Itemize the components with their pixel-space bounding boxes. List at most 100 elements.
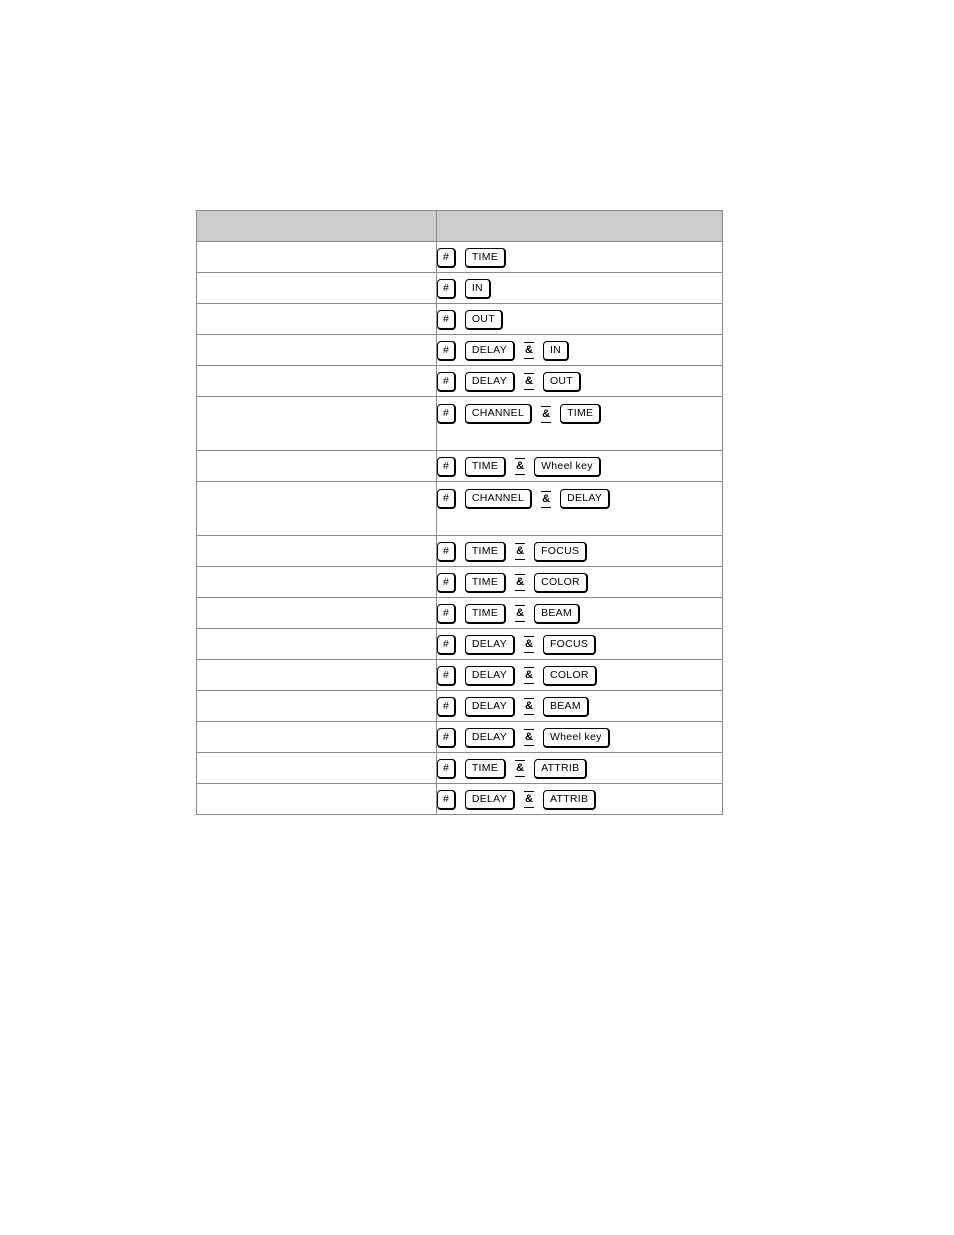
keycap-delay[interactable]: DELAY (464, 665, 515, 686)
key-sequence: # IN (437, 278, 491, 299)
keycap-[interactable]: # (437, 309, 456, 330)
row-description-cell (196, 628, 437, 660)
keycap-wheel-key[interactable]: Wheel key (534, 456, 601, 477)
keycap-[interactable]: # (437, 665, 456, 686)
document-page: # TIME # IN # OUT # DELAY & IN # DELAY & OUT # CHANNEL &… (0, 0, 954, 1235)
keycap-[interactable]: # (437, 247, 456, 268)
keycap-in[interactable]: IN (542, 340, 570, 361)
keycap-beam[interactable]: BEAM (534, 603, 581, 624)
row-keys-cell: # TIME & ATTRIB (436, 752, 723, 784)
key-combination-table: # TIME # IN # OUT # DELAY & IN # DELAY & OUT # CHANNEL &… (196, 210, 723, 815)
keycap-[interactable]: # (437, 727, 456, 748)
keycap-channel[interactable]: CHANNEL (464, 404, 533, 424)
keycap-delay[interactable]: DELAY (464, 696, 515, 717)
column-header-description (196, 210, 437, 242)
key-sequence: # DELAY & COLOR (437, 665, 597, 686)
ampersand-separator: & (541, 405, 552, 423)
ampersand-separator: & (515, 574, 526, 591)
keycap-delay[interactable]: DELAY (464, 789, 515, 810)
table-row: # DELAY & IN (196, 334, 723, 366)
table-row: # TIME & FOCUS (196, 535, 723, 567)
table-body: # TIME # IN # OUT # DELAY & IN # DELAY & OUT # CHANNEL &… (196, 241, 723, 815)
keycap-time[interactable]: TIME (464, 247, 507, 268)
keycap-out[interactable]: OUT (542, 371, 582, 392)
row-keys-cell: # DELAY & OUT (436, 365, 723, 397)
keycap-in[interactable]: IN (464, 278, 491, 299)
key-sequence: # TIME (437, 247, 507, 268)
page-top-link[interactable] (569, 172, 744, 188)
row-description-cell (196, 450, 437, 482)
key-sequence: # DELAY & IN (437, 340, 570, 361)
row-description-cell (196, 566, 437, 598)
table-row: # OUT (196, 303, 723, 335)
ampersand-separator: & (524, 667, 534, 684)
keycap-[interactable]: # (437, 456, 456, 477)
ampersand-separator: & (524, 698, 534, 715)
table-row: # TIME & COLOR (196, 566, 723, 598)
key-sequence: # TIME & FOCUS (437, 541, 588, 562)
keycap-[interactable]: # (437, 572, 456, 593)
ampersand-separator: & (515, 760, 526, 777)
keycap-[interactable]: # (437, 541, 456, 562)
keycap-[interactable]: # (437, 340, 456, 361)
keycap-[interactable]: # (437, 278, 456, 299)
keycap-[interactable]: # (437, 371, 456, 392)
row-keys-cell: # DELAY & COLOR (436, 659, 723, 691)
keycap-time[interactable]: TIME (464, 541, 507, 562)
row-description-cell (196, 481, 437, 536)
keycap-[interactable]: # (437, 696, 456, 717)
key-sequence: # OUT (437, 309, 503, 330)
table-row: # TIME & ATTRIB (196, 752, 723, 784)
table-row: # CHANNEL & TIME (196, 396, 723, 451)
row-keys-cell: # TIME & BEAM (436, 597, 723, 629)
keycap-delay[interactable]: DELAY (464, 634, 515, 655)
keycap-[interactable]: # (437, 758, 456, 779)
keycap-focus[interactable]: FOCUS (542, 634, 597, 655)
keycap-time[interactable]: TIME (560, 404, 602, 424)
keycap-attrib[interactable]: ATTRIB (534, 758, 588, 779)
keycap-time[interactable]: TIME (464, 758, 507, 779)
keycap-color[interactable]: COLOR (534, 572, 588, 593)
keycap-time[interactable]: TIME (464, 456, 507, 477)
row-description-cell (196, 721, 437, 753)
keycap-delay[interactable]: DELAY (560, 489, 611, 509)
keycap-[interactable]: # (437, 603, 456, 624)
row-keys-cell: # DELAY & Wheel key (436, 721, 723, 753)
table-row: # IN (196, 272, 723, 304)
row-description-cell (196, 272, 437, 304)
row-description-cell (196, 396, 437, 451)
keycap-[interactable]: # (437, 634, 456, 655)
key-sequence: # DELAY & BEAM (437, 696, 589, 717)
keycap-color[interactable]: COLOR (542, 665, 597, 686)
key-sequence: # CHANNEL & TIME (437, 404, 602, 424)
keycap-delay[interactable]: DELAY (464, 371, 515, 392)
row-keys-cell: # DELAY & ATTRIB (436, 783, 723, 815)
keycap-[interactable]: # (437, 489, 456, 509)
key-sequence: # TIME & COLOR (437, 572, 588, 593)
keycap-wheel-key[interactable]: Wheel key (542, 727, 610, 748)
keycap-out[interactable]: OUT (464, 309, 503, 330)
keycap-[interactable]: # (437, 789, 456, 810)
key-sequence: # DELAY & OUT (437, 371, 582, 392)
keycap-beam[interactable]: BEAM (542, 696, 589, 717)
keycap-channel[interactable]: CHANNEL (464, 489, 533, 509)
keycap-time[interactable]: TIME (464, 572, 507, 593)
row-keys-cell: # DELAY & BEAM (436, 690, 723, 722)
keycap-time[interactable]: TIME (464, 603, 507, 624)
row-keys-cell: # TIME & Wheel key (436, 450, 723, 482)
row-description-cell (196, 241, 437, 273)
keycap-focus[interactable]: FOCUS (534, 541, 588, 562)
keycap-delay[interactable]: DELAY (464, 340, 515, 361)
keycap-[interactable]: # (437, 404, 456, 424)
keycap-delay[interactable]: DELAY (464, 727, 515, 748)
row-keys-cell: # TIME (436, 241, 723, 273)
ampersand-separator: & (524, 636, 534, 653)
key-sequence: # TIME & ATTRIB (437, 758, 588, 779)
row-description-cell (196, 690, 437, 722)
keycap-attrib[interactable]: ATTRIB (542, 789, 597, 810)
row-description-cell (196, 334, 437, 366)
row-description-cell (196, 303, 437, 335)
table-row: # DELAY & ATTRIB (196, 783, 723, 815)
column-header-keys (436, 210, 723, 242)
ampersand-separator: & (515, 458, 526, 475)
